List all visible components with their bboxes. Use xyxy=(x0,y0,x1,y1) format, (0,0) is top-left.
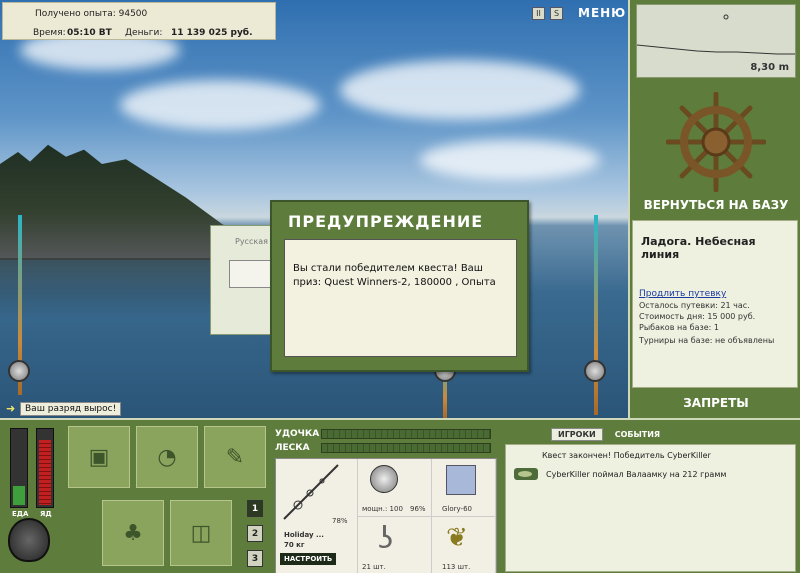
line-tension-bar xyxy=(321,443,491,453)
rod-slot[interactable]: 78% Holiday ... 70 кг НАСТРОИТЬ xyxy=(276,459,358,573)
menu-button[interactable]: МЕНЮ xyxy=(578,6,626,20)
list-item: Квест закончен! Победитель CyberKiller xyxy=(542,451,787,460)
reel-left-icon xyxy=(8,360,30,382)
notebook-icon[interactable]: ✎ xyxy=(204,426,266,488)
exp-value: 94500 xyxy=(118,9,148,19)
money-value: 11 139 025 руб. xyxy=(171,28,253,38)
dialog-title: ПРЕДУПРЕЖДЕНИЕ xyxy=(288,212,484,231)
hook-slot[interactable]: ʖ 21 шт. xyxy=(358,517,432,573)
status-meters: ЕДА ЯД xyxy=(6,428,58,518)
reel-icon xyxy=(370,465,398,493)
poison-meter xyxy=(36,428,54,508)
lure-pack-icon xyxy=(446,465,476,495)
events-tabs: ИГРОКИ СОБЫТИЯ xyxy=(551,428,666,441)
tab-events[interactable]: СОБЫТИЯ xyxy=(609,429,666,440)
bottom-panel: ЕДА ЯД ▣ ◔ ✎ ♣ ◫ 1 2 3 УДОЧКА ЛЕСКА 78% … xyxy=(0,418,800,573)
food-label: ЕДА xyxy=(12,510,29,518)
list-item: CyberKiller поймал Валаамку на 212 грамм xyxy=(514,468,787,480)
rod-tension-bar xyxy=(321,429,491,439)
cauldron-icon[interactable] xyxy=(8,518,50,562)
rod-label: УДОЧКА xyxy=(275,429,320,439)
bag-icon[interactable]: ◔ xyxy=(136,426,198,488)
dialog-message: Вы стали победителем квеста! Ваш приз: Q… xyxy=(284,239,517,357)
extend-permit-link[interactable]: Продлить путевку xyxy=(639,289,791,299)
event-text: Квест закончен! Победитель CyberKiller xyxy=(542,451,711,460)
hook-icon: ʖ xyxy=(378,521,394,556)
tackle-box: 78% Holiday ... 70 кг НАСТРОИТЬ мощн.: 1… xyxy=(275,458,497,573)
stat-line: Рыбаков на базе: 1 xyxy=(639,323,719,332)
tab-players[interactable]: ИГРОКИ xyxy=(551,428,603,441)
stat-line: Стоимость дня: 15 000 руб. xyxy=(639,312,756,321)
food-meter xyxy=(10,428,28,508)
depth-gauge: 8,30 m xyxy=(636,4,796,78)
tackle-panel: УДОЧКА ЛЕСКА 78% Holiday ... 70 кг НАСТР… xyxy=(275,424,497,573)
reel-percent: 96% xyxy=(410,505,426,513)
location-panel: Ладога. Небесная линия Продлить путевку … xyxy=(632,220,798,388)
events-panel: ИГРОКИ СОБЫТИЯ Квест закончен! Победител… xyxy=(503,422,798,573)
rank-notice-text: Ваш разряд вырос! xyxy=(20,402,122,416)
bans-button[interactable]: ЗАПРЕТЫ xyxy=(630,396,800,410)
basket-icon[interactable]: ♣ xyxy=(102,500,164,566)
exp-label: Получено опыта: xyxy=(35,9,116,19)
rod-weight: 70 кг xyxy=(284,541,305,549)
hook-count: 21 шт. xyxy=(362,563,386,571)
lure-name: Glory-60 xyxy=(442,505,472,513)
money-label: Деньги: xyxy=(125,28,163,38)
top-controls: II S МЕНЮ xyxy=(532,3,626,23)
reel-right-icon xyxy=(584,360,606,382)
warning-dialog[interactable]: ПРЕДУПРЕЖДЕНИЕ Вы стали победителем квес… xyxy=(270,200,529,372)
player-info-panel: Получено опыта: 94500 Время: 05:10 ВТ Де… xyxy=(2,2,276,40)
cloud xyxy=(420,140,600,180)
bait-slot[interactable]: ❦ 113 шт. xyxy=(432,517,496,573)
cloud xyxy=(340,60,580,120)
grasshopper-icon: ❦ xyxy=(446,523,468,553)
line-label: ЛЕСКА xyxy=(275,443,310,453)
ship-wheel-icon[interactable] xyxy=(666,92,766,192)
inventory-page-2[interactable]: 2 xyxy=(247,525,263,542)
time-label: Время: xyxy=(33,28,66,38)
return-to-base-button[interactable]: ВЕРНУТЬСЯ НА БАЗУ xyxy=(630,198,800,212)
tackle-box-icon[interactable]: ▣ xyxy=(68,426,130,488)
rod-icon xyxy=(283,464,339,520)
reel-power: мощн.: 100 xyxy=(362,505,403,513)
poison-label: ЯД xyxy=(40,510,52,518)
lure-slot[interactable]: Glory-60 xyxy=(432,459,496,517)
game-window: Получено опыта: 94500 Время: 05:10 ВТ Де… xyxy=(0,0,800,573)
sound-icon[interactable]: S xyxy=(550,6,563,20)
depth-value: 8,30 m xyxy=(750,62,789,73)
stat-line: Турниры на базе: не объявлены xyxy=(639,336,775,345)
rank-notice: ➜ Ваш разряд вырос! xyxy=(6,401,122,417)
right-panel: 8,30 m ВЕРНУТЬСЯ НА БАЗУ Ладога. Небесна… xyxy=(628,0,800,418)
pause-icon[interactable]: II xyxy=(532,6,545,20)
stat-line: Осталось путевки: 21 час. xyxy=(639,301,750,310)
cloud xyxy=(120,80,320,130)
fish-icon xyxy=(514,468,538,480)
bait-count: 113 шт. xyxy=(442,563,471,571)
event-text: CyberKiller поймал Валаамку на 212 грамм xyxy=(546,469,727,479)
background-panel-title: Русская xyxy=(235,237,268,246)
inventory-page-1[interactable]: 1 xyxy=(247,500,263,517)
events-list: Квест закончен! Победитель CyberKiller C… xyxy=(505,444,796,572)
bucket-icon[interactable]: ◫ xyxy=(170,500,232,566)
inventory-page-3[interactable]: 3 xyxy=(247,550,263,567)
location-title: Ладога. Небесная линия xyxy=(641,235,756,261)
rod-name: Holiday ... xyxy=(284,531,324,539)
reel-slot[interactable]: мощн.: 100 96% xyxy=(358,459,432,517)
fishing-rod-right[interactable] xyxy=(594,215,598,415)
arrow-right-icon: ➜ xyxy=(6,402,16,415)
time-value: 05:10 ВТ xyxy=(67,28,112,38)
configure-button[interactable]: НАСТРОИТЬ xyxy=(280,553,337,565)
rod-percent: 78% xyxy=(332,517,348,525)
